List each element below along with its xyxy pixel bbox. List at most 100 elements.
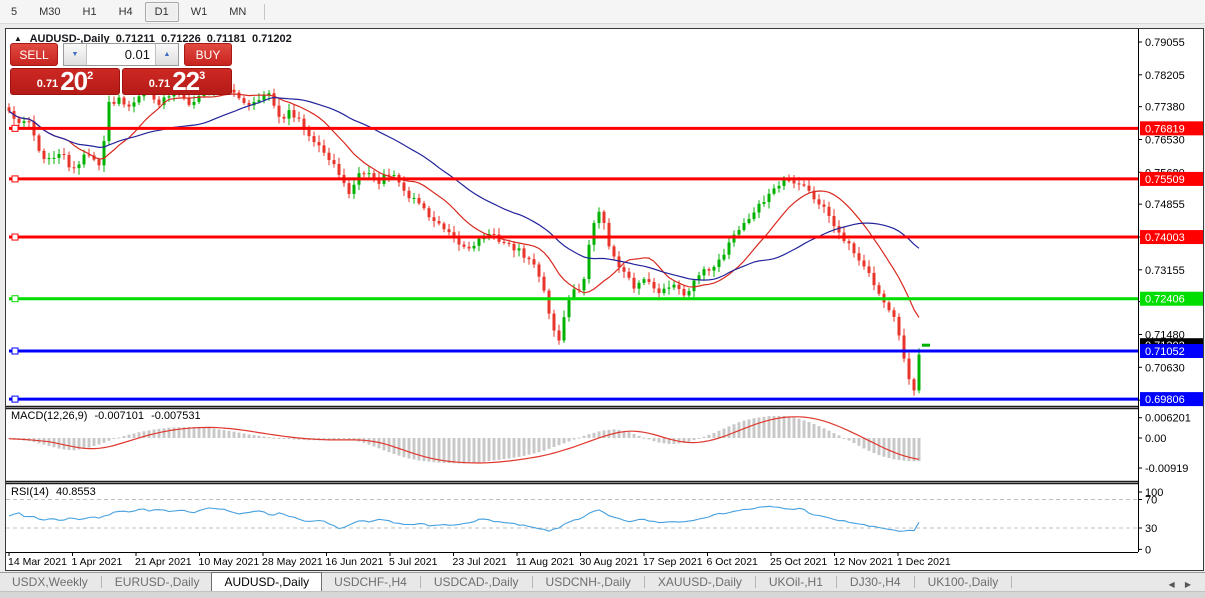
- timeframe-m30-button[interactable]: M30: [29, 2, 70, 22]
- candle-body: [57, 153, 61, 158]
- macd-histogram-bar: [567, 438, 571, 442]
- macd-histogram-bar: [842, 437, 846, 439]
- lot-increase-button[interactable]: ▲: [155, 44, 178, 65]
- tab-usdx-weekly[interactable]: USDX,Weekly: [0, 573, 100, 592]
- candle-body: [902, 335, 906, 359]
- macd-histogram-bar: [727, 426, 731, 438]
- price-tick-label: 0.74855: [1145, 199, 1185, 211]
- timeframe-h1-button[interactable]: H1: [73, 2, 107, 22]
- macd-histogram-bar: [717, 430, 721, 438]
- date-label: 5 Jul 2021: [389, 556, 438, 568]
- date-label: 21 Apr 2021: [135, 556, 192, 568]
- macd-histogram-bar: [197, 427, 201, 438]
- macd-histogram-bar: [167, 427, 171, 438]
- macd-histogram-bar: [422, 438, 426, 462]
- candle-body: [777, 185, 781, 189]
- tab-dj30-h4[interactable]: DJ30-,H4: [838, 573, 913, 592]
- date-label: 1 Dec 2021: [897, 556, 951, 568]
- level-line-handle[interactable]: [11, 295, 19, 303]
- level-line-handle[interactable]: [11, 233, 19, 241]
- macd-tick-label: 0.00: [1145, 433, 1166, 445]
- sell-price-button[interactable]: 0.71 20 2: [10, 68, 120, 95]
- level-line-handle[interactable]: [11, 175, 19, 183]
- tab-usdcad-daily[interactable]: USDCAD-,Daily: [422, 573, 531, 592]
- candle-body: [652, 281, 656, 289]
- level-line-handle[interactable]: [11, 395, 19, 403]
- macd-histogram-bar: [97, 438, 101, 445]
- macd-histogram-bar: [437, 438, 441, 463]
- tab-usdcnh-daily[interactable]: USDCNH-,Daily: [534, 573, 643, 592]
- candle-body: [132, 102, 136, 107]
- macd-histogram-bar: [277, 438, 281, 439]
- candle-body: [852, 243, 856, 254]
- macd-histogram-bar: [122, 435, 126, 438]
- lot-size-input[interactable]: [87, 44, 155, 65]
- candle-body: [662, 288, 666, 294]
- tab-audusd-daily[interactable]: AUDUSD-,Daily: [211, 572, 323, 593]
- tab-xauusd-daily[interactable]: XAUUSD-,Daily: [646, 573, 754, 592]
- timeframe-h4-button[interactable]: H4: [109, 2, 143, 22]
- macd-histogram-bar: [757, 417, 761, 438]
- candle-body: [772, 188, 776, 194]
- buy-button[interactable]: BUY: [184, 43, 232, 66]
- macd-histogram-bar: [472, 438, 476, 463]
- candle-body: [512, 243, 516, 251]
- macd-histogram-bar: [262, 436, 266, 438]
- candle-body: [862, 260, 866, 267]
- buy-price-pips: 22: [172, 66, 200, 96]
- tab-uk100-daily[interactable]: UK100-,Daily: [916, 573, 1011, 592]
- candle-body: [847, 241, 851, 244]
- macd-histogram-bar: [397, 438, 401, 456]
- macd-histogram-bar: [787, 416, 791, 438]
- candle-body: [282, 116, 286, 119]
- macd-histogram-bar: [812, 423, 816, 438]
- candle-body: [327, 152, 331, 161]
- candle-body: [637, 282, 641, 289]
- lot-decrease-button[interactable]: ▼: [64, 44, 87, 65]
- macd-histogram-bar: [702, 436, 706, 438]
- candle-body: [832, 216, 836, 227]
- macd-histogram-bar: [792, 417, 796, 438]
- macd-histogram-bar: [832, 433, 836, 438]
- timeframe-m5-button[interactable]: 5: [1, 2, 27, 22]
- price-tick-label: 0.70630: [1145, 362, 1185, 374]
- candle-body: [907, 358, 911, 380]
- candle-body: [802, 184, 806, 186]
- collapse-triangle-icon[interactable]: ▲: [14, 34, 22, 43]
- macd-histogram-bar: [257, 435, 261, 438]
- candle-body: [742, 222, 746, 230]
- candle-body: [7, 107, 11, 112]
- macd-histogram-bar: [72, 438, 76, 451]
- tab-ukoil-h1[interactable]: UKOil-,H1: [757, 573, 835, 592]
- level-price-text: 0.69806: [1145, 394, 1185, 406]
- tab-scroll-right-icon[interactable]: ▶: [1185, 580, 1191, 589]
- candle-body: [297, 117, 301, 119]
- candle-body: [687, 291, 691, 296]
- timeframe-mn-button[interactable]: MN: [219, 2, 256, 22]
- macd-histogram-bar: [192, 427, 196, 438]
- level-price-text: 0.72406: [1145, 294, 1185, 306]
- level-line-handle[interactable]: [11, 124, 19, 132]
- candle-body: [507, 242, 511, 244]
- candle-body: [272, 93, 276, 106]
- macd-histogram-bar: [342, 438, 346, 440]
- tab-eurusd-daily[interactable]: EURUSD-,Daily: [103, 573, 212, 592]
- price-chart-canvas[interactable]: 0.790550.782050.773800.765300.756800.748…: [6, 29, 1203, 570]
- sell-button[interactable]: SELL: [10, 43, 58, 66]
- last-close-marker-icon: [922, 343, 930, 347]
- tab-usdchf-h4[interactable]: USDCHF-,H4: [322, 573, 419, 592]
- candle-body: [477, 238, 481, 246]
- tab-scroll-left-icon[interactable]: ◀: [1168, 580, 1174, 589]
- macd-histogram-bar: [82, 438, 86, 449]
- timeframe-d1-button[interactable]: D1: [144, 1, 179, 22]
- level-line-handle[interactable]: [11, 347, 19, 355]
- macd-histogram-bar: [802, 420, 806, 438]
- macd-histogram-bar: [582, 435, 586, 438]
- candle-body: [97, 159, 101, 166]
- tab-scroll-arrows: ◀ ▶: [1160, 580, 1191, 589]
- macd-histogram-bar: [652, 438, 656, 442]
- timeframe-w1-button[interactable]: W1: [181, 2, 218, 22]
- buy-price-button[interactable]: 0.71 22 3: [122, 68, 232, 95]
- candle-body: [607, 222, 611, 247]
- chart-tab-bar: USDX,Weekly EURUSD-,Daily AUDUSD-,Daily …: [0, 572, 1205, 593]
